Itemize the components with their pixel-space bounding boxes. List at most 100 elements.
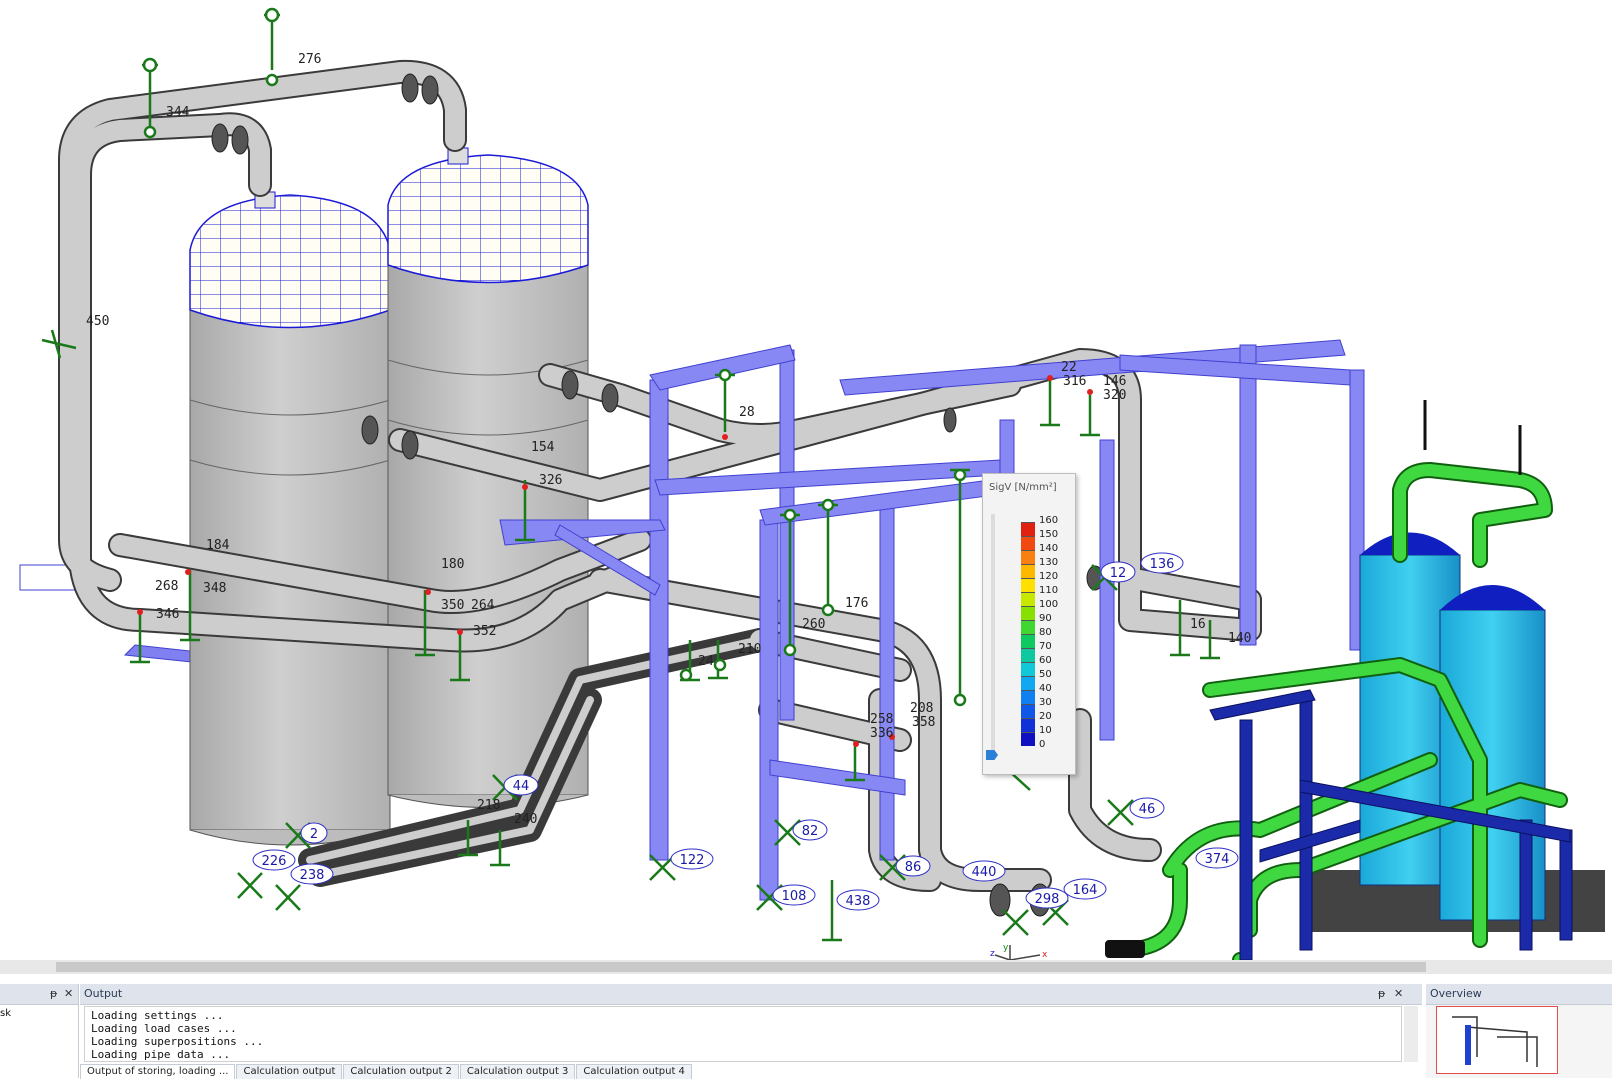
node-label-24[interactable]: 24 <box>698 654 714 669</box>
legend-swatch <box>1021 522 1035 536</box>
node-label-210[interactable]: 210 <box>738 642 761 657</box>
node-label-184[interactable]: 184 <box>206 538 230 553</box>
support-bubble-46[interactable]: 46 <box>1129 797 1165 819</box>
node-label-22[interactable]: 22 <box>1061 360 1077 375</box>
output-panel-title: Output <box>84 987 123 1000</box>
bubble-text: 12 <box>1110 566 1127 581</box>
support-bubble-108[interactable]: 108 <box>772 884 816 906</box>
support-bubble-2[interactable]: 2 <box>300 822 328 844</box>
node-label-208[interactable]: 208 <box>910 701 933 716</box>
legend-value: 70 <box>1039 641 1052 652</box>
node-label-260[interactable]: 260 <box>802 617 825 632</box>
output-panel: Output ᵽ ✕ Loading settings ... Loading … <box>80 984 1422 1079</box>
legend-swatch <box>1021 662 1035 676</box>
node-label-140[interactable]: 140 <box>1228 631 1251 646</box>
node-label-258[interactable]: 258 <box>870 712 893 727</box>
tab-calculation-output[interactable]: Calculation output <box>236 1064 343 1079</box>
pin-icon[interactable]: ᵽ <box>50 984 57 1004</box>
support-bubble-12[interactable]: 12 <box>1100 561 1136 583</box>
tab-output-storing[interactable]: Output of storing, loading ... <box>80 1064 236 1079</box>
node-label-218[interactable]: 218 <box>477 798 500 813</box>
output-panel-header: Output ᵽ ✕ <box>80 984 1422 1005</box>
tab-calculation-output-2[interactable]: Calculation output 2 <box>343 1064 459 1079</box>
axis-y-label: y <box>1003 943 1009 953</box>
node-label-326[interactable]: 326 <box>539 473 562 488</box>
node-label-352[interactable]: 352 <box>473 624 496 639</box>
overview-panel-header: Overview <box>1426 984 1612 1005</box>
node-label-348[interactable]: 348 <box>203 581 226 596</box>
legend-swatch <box>1021 732 1035 746</box>
scrollbar-thumb[interactable] <box>56 962 1426 972</box>
legend-value: 90 <box>1039 613 1052 624</box>
node-label-264[interactable]: 264 <box>471 598 495 613</box>
node-label-316[interactable]: 316 <box>1063 374 1086 389</box>
model-viewport[interactable]: y x z 276 344 450 28 22 316 146 320 154 326 184 180… <box>0 0 1612 960</box>
output-line: Loading superpositions ... <box>91 1035 264 1048</box>
legend-swatch <box>1021 578 1035 592</box>
output-line: Loading load cases ... <box>91 1022 237 1035</box>
support-bubble-238[interactable]: 238 <box>290 863 334 885</box>
bubble-text: 238 <box>300 868 325 883</box>
node-label-350[interactable]: 350 <box>441 598 464 613</box>
tab-calculation-output-3[interactable]: Calculation output 3 <box>459 1064 576 1079</box>
axis-z-label: z <box>990 949 995 959</box>
support-bubble-122[interactable]: 122 <box>670 848 714 870</box>
node-label-344[interactable]: 344 <box>166 105 190 120</box>
bubble-text: 136 <box>1150 557 1175 572</box>
support-bubble-440[interactable]: 440 <box>962 860 1006 882</box>
close-icon[interactable]: ✕ <box>1394 984 1403 1004</box>
tab-calculation-output-4[interactable]: Calculation output 4 <box>576 1064 692 1079</box>
support-bubble-86[interactable]: 86 <box>895 855 931 877</box>
overview-model-preview <box>1452 1016 1538 1067</box>
legend-value: 50 <box>1039 669 1052 680</box>
tank-left <box>189 191 391 846</box>
piping-model-canvas[interactable]: y x z 276 344 450 28 22316 146320 154 326 184 180… <box>0 0 1612 960</box>
node-label-154[interactable]: 154 <box>531 440 555 455</box>
node-label-240[interactable]: 240 <box>514 812 537 827</box>
node-label-320[interactable]: 320 <box>1103 388 1126 403</box>
node-label-336[interactable]: 336 <box>870 726 893 741</box>
axis-x-label: x <box>1042 950 1048 960</box>
output-line: Loading pipe data ... <box>91 1048 231 1061</box>
node-label-28[interactable]: 28 <box>739 405 755 420</box>
node-label-180[interactable]: 180 <box>441 557 464 572</box>
support-bubble-82[interactable]: 82 <box>792 819 828 841</box>
node-label-176[interactable]: 176 <box>845 596 868 611</box>
legend-swatch <box>1021 550 1035 564</box>
node-label-276[interactable]: 276 <box>298 52 321 67</box>
node-label-346[interactable]: 346 <box>156 607 179 622</box>
support-bubble-44[interactable]: 44 <box>503 774 539 796</box>
output-log[interactable]: Loading settings ... Loading load cases … <box>84 1006 1402 1062</box>
legend-swatch <box>1021 648 1035 662</box>
bubble-text: 164 <box>1073 883 1098 898</box>
support-bubble-164[interactable]: 164 <box>1063 878 1107 900</box>
bubble-text: 2 <box>310 827 318 842</box>
support-bubble-136[interactable]: 136 <box>1140 552 1184 574</box>
support-bubble-298[interactable]: 298 <box>1025 887 1069 909</box>
bubble-text: 374 <box>1205 852 1230 867</box>
overview-thumbnail[interactable] <box>1436 1006 1558 1074</box>
legend-swatch <box>1021 676 1035 690</box>
left-panel-item[interactable]: sk <box>0 1008 11 1019</box>
legend-value: 160 <box>1039 515 1059 526</box>
node-label-358[interactable]: 358 <box>912 715 935 730</box>
close-icon[interactable]: ✕ <box>64 984 73 1004</box>
node-label-450[interactable]: 450 <box>86 314 109 329</box>
legend-slider-thumb[interactable] <box>986 750 998 760</box>
node-label-268[interactable]: 268 <box>155 579 178 594</box>
output-vertical-scrollbar[interactable] <box>1404 1006 1418 1062</box>
viewport-horizontal-scrollbar[interactable] <box>0 960 1612 974</box>
support-bubble-438[interactable]: 438 <box>836 889 880 911</box>
node-label-146[interactable]: 146 <box>1103 374 1126 389</box>
bubble-text: 86 <box>905 860 922 875</box>
support-bubble-226[interactable]: 226 <box>252 849 296 871</box>
bubble-text: 44 <box>513 779 530 794</box>
legend-swatch <box>1021 634 1035 648</box>
legend-value: 10 <box>1039 725 1052 736</box>
support-bubble-374[interactable]: 374 <box>1195 847 1239 869</box>
stress-legend[interactable]: SigV [N/mm²] 160 150 140 130 120 110 100 90 80 70… <box>982 473 1076 775</box>
legend-slider-track[interactable] <box>991 514 995 760</box>
node-label-16[interactable]: 16 <box>1190 617 1206 632</box>
legend-value: 100 <box>1039 599 1059 610</box>
pin-icon[interactable]: ᵽ <box>1378 984 1385 1004</box>
